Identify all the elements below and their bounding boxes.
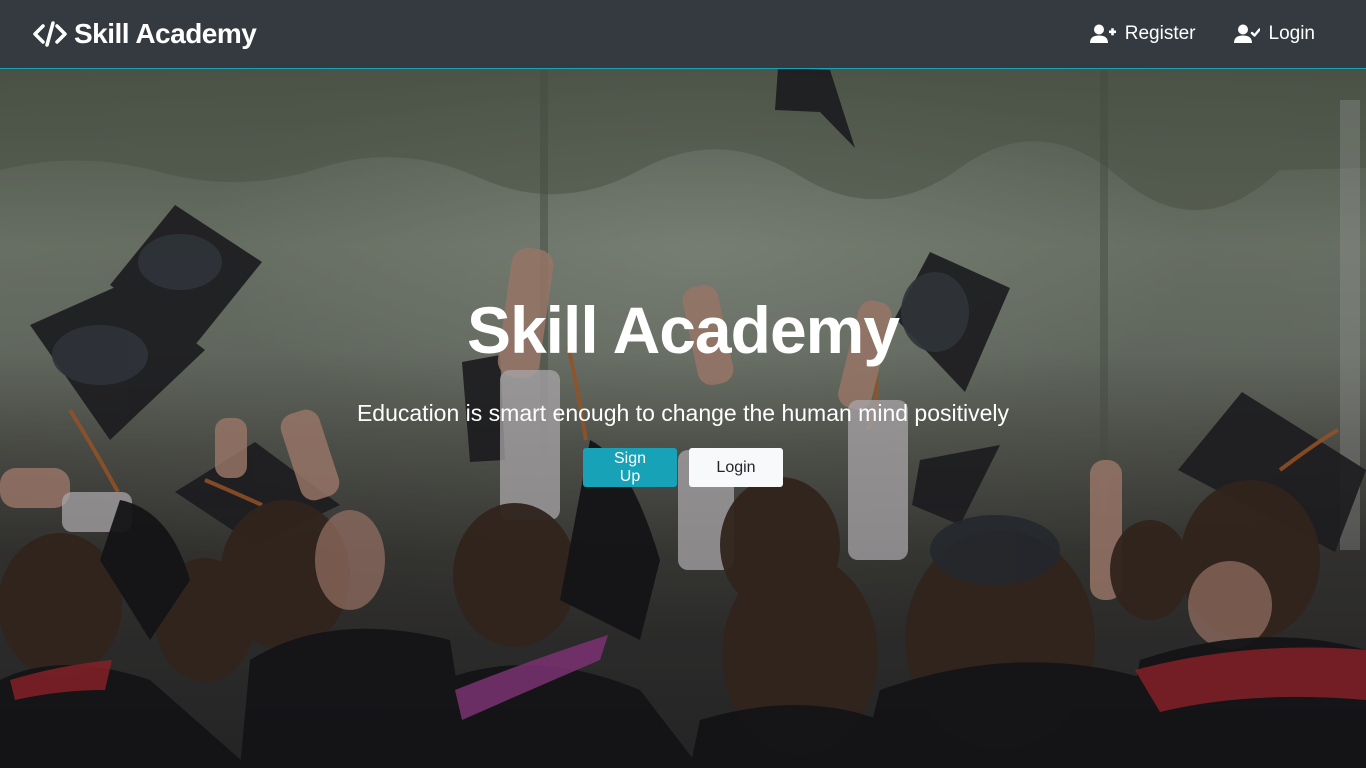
user-check-icon — [1233, 24, 1260, 44]
brand-logo-link[interactable]: Skill Academy — [32, 18, 257, 50]
hero-button-row: Sign Up Login — [0, 448, 1366, 487]
login-button[interactable]: Login — [689, 448, 783, 487]
nav-links: Register Login — [1089, 23, 1334, 45]
nav-register-link[interactable]: Register — [1089, 23, 1196, 45]
hero-title: Skill Academy — [466, 293, 900, 367]
brand-name: Skill Academy — [74, 18, 257, 49]
hero-subtitle: Education is smart enough to change the … — [356, 400, 1010, 426]
user-plus-icon — [1089, 24, 1116, 44]
signup-button[interactable]: Sign Up — [583, 448, 677, 487]
code-icon — [32, 21, 68, 47]
nav-register-label: Register — [1124, 23, 1196, 44]
top-navbar: Skill Academy Register Login — [0, 0, 1366, 69]
hero-content: Skill Academy Education is smart enough … — [0, 290, 1366, 487]
nav-login-link[interactable]: Login — [1233, 23, 1316, 45]
nav-login-label: Login — [1268, 23, 1316, 44]
